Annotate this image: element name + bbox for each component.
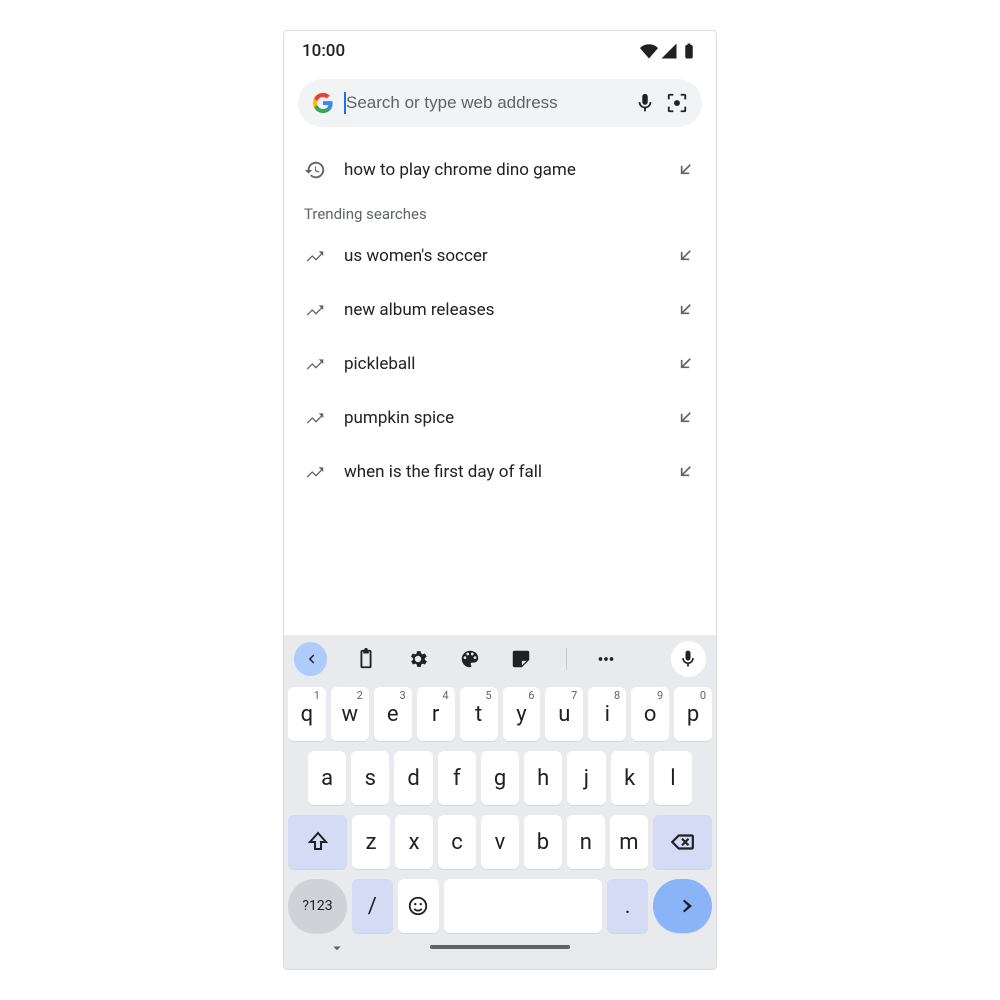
status-icons <box>640 42 698 60</box>
nav-bar <box>284 933 716 961</box>
key-v[interactable]: v <box>481 815 519 869</box>
trending-icon <box>304 245 326 267</box>
trending-row[interactable]: us women's soccer <box>284 229 716 283</box>
key-j[interactable]: j <box>567 751 605 805</box>
key-l[interactable]: l <box>654 751 692 805</box>
key-t[interactable]: t5 <box>460 687 498 741</box>
suggestions-section: how to play chrome dino game Trending se… <box>284 145 716 499</box>
key-p[interactable]: p0 <box>674 687 712 741</box>
trending-header: Trending searches <box>284 195 716 229</box>
key-s[interactable]: s <box>351 751 389 805</box>
trending-icon <box>304 299 326 321</box>
key-b[interactable]: b <box>524 815 562 869</box>
trending-row[interactable]: new album releases <box>284 283 716 337</box>
trending-label: pumpkin spice <box>344 408 656 428</box>
search-input[interactable] <box>344 92 624 114</box>
trending-row[interactable]: pickleball <box>284 337 716 391</box>
history-icon <box>304 159 326 181</box>
key-x[interactable]: x <box>395 815 433 869</box>
palette-icon[interactable] <box>457 646 483 672</box>
mic-icon[interactable] <box>634 92 656 114</box>
key-m[interactable]: m <box>610 815 648 869</box>
key-r[interactable]: r4 <box>417 687 455 741</box>
key-o[interactable]: o9 <box>631 687 669 741</box>
keyboard-back-button[interactable] <box>294 642 327 676</box>
keyboard-row-4: ?123 / . <box>288 879 712 933</box>
trending-icon <box>304 353 326 375</box>
backspace-key[interactable] <box>653 815 712 869</box>
period-key[interactable]: . <box>607 879 648 933</box>
lens-icon[interactable] <box>666 92 688 114</box>
shift-key[interactable] <box>288 815 347 869</box>
insert-arrow-icon[interactable] <box>674 245 696 267</box>
key-c[interactable]: c <box>438 815 476 869</box>
keyboard-toolbar <box>284 635 716 683</box>
nav-handle[interactable] <box>430 945 570 949</box>
trending-row[interactable]: pumpkin spice <box>284 391 716 445</box>
search-bar[interactable] <box>298 79 702 127</box>
google-logo-icon <box>312 92 334 114</box>
key-u[interactable]: u7 <box>545 687 583 741</box>
insert-arrow-icon[interactable] <box>674 159 696 181</box>
status-bar: 10:00 <box>284 31 716 71</box>
trending-list: us women's soccer new album releases pic… <box>284 229 716 499</box>
enter-key[interactable] <box>653 879 712 933</box>
keyboard-row-1: q1w2e3r4t5y6u7i8o9p0 <box>288 687 712 741</box>
slash-key[interactable]: / <box>352 879 393 933</box>
emoji-key[interactable] <box>398 879 439 933</box>
key-z[interactable]: z <box>352 815 390 869</box>
chevron-down-icon[interactable] <box>328 939 346 961</box>
clipboard-icon[interactable] <box>353 646 379 672</box>
recent-search-label: how to play chrome dino game <box>344 160 656 180</box>
trending-label: pickleball <box>344 354 656 374</box>
key-h[interactable]: h <box>524 751 562 805</box>
trending-icon <box>304 461 326 483</box>
signal-icon <box>660 42 678 60</box>
phone-screen: 10:00 how to play chrome dino game <box>283 30 717 970</box>
keyboard-row-3: zxcvbnm <box>288 815 712 869</box>
more-icon[interactable] <box>593 646 619 672</box>
key-y[interactable]: y6 <box>503 687 541 741</box>
trending-label: when is the first day of fall <box>344 462 656 482</box>
gear-icon[interactable] <box>405 646 431 672</box>
sticker-icon[interactable] <box>508 646 534 672</box>
symbols-key[interactable]: ?123 <box>288 879 347 933</box>
trending-label: new album releases <box>344 300 656 320</box>
key-f[interactable]: f <box>438 751 476 805</box>
key-w[interactable]: w2 <box>331 687 369 741</box>
toolbar-separator <box>566 648 567 670</box>
trending-row[interactable]: when is the first day of fall <box>284 445 716 499</box>
insert-arrow-icon[interactable] <box>674 407 696 429</box>
keyboard-mic-button[interactable] <box>671 641 706 677</box>
key-e[interactable]: e3 <box>374 687 412 741</box>
key-k[interactable]: k <box>611 751 649 805</box>
insert-arrow-icon[interactable] <box>674 299 696 321</box>
key-d[interactable]: d <box>394 751 432 805</box>
insert-arrow-icon[interactable] <box>674 461 696 483</box>
wifi-icon <box>640 42 658 60</box>
keyboard-row-2: asdfghjkl <box>288 751 712 805</box>
key-q[interactable]: q1 <box>288 687 326 741</box>
space-key[interactable] <box>444 879 603 933</box>
keyboard: q1w2e3r4t5y6u7i8o9p0 asdfghjkl zxcvbnm ?… <box>284 635 716 969</box>
status-time: 10:00 <box>302 41 345 61</box>
trending-label: us women's soccer <box>344 246 656 266</box>
trending-icon <box>304 407 326 429</box>
key-g[interactable]: g <box>481 751 519 805</box>
key-n[interactable]: n <box>567 815 605 869</box>
recent-search-row[interactable]: how to play chrome dino game <box>284 145 716 195</box>
battery-icon <box>680 42 698 60</box>
key-i[interactable]: i8 <box>588 687 626 741</box>
key-a[interactable]: a <box>308 751 346 805</box>
insert-arrow-icon[interactable] <box>674 353 696 375</box>
